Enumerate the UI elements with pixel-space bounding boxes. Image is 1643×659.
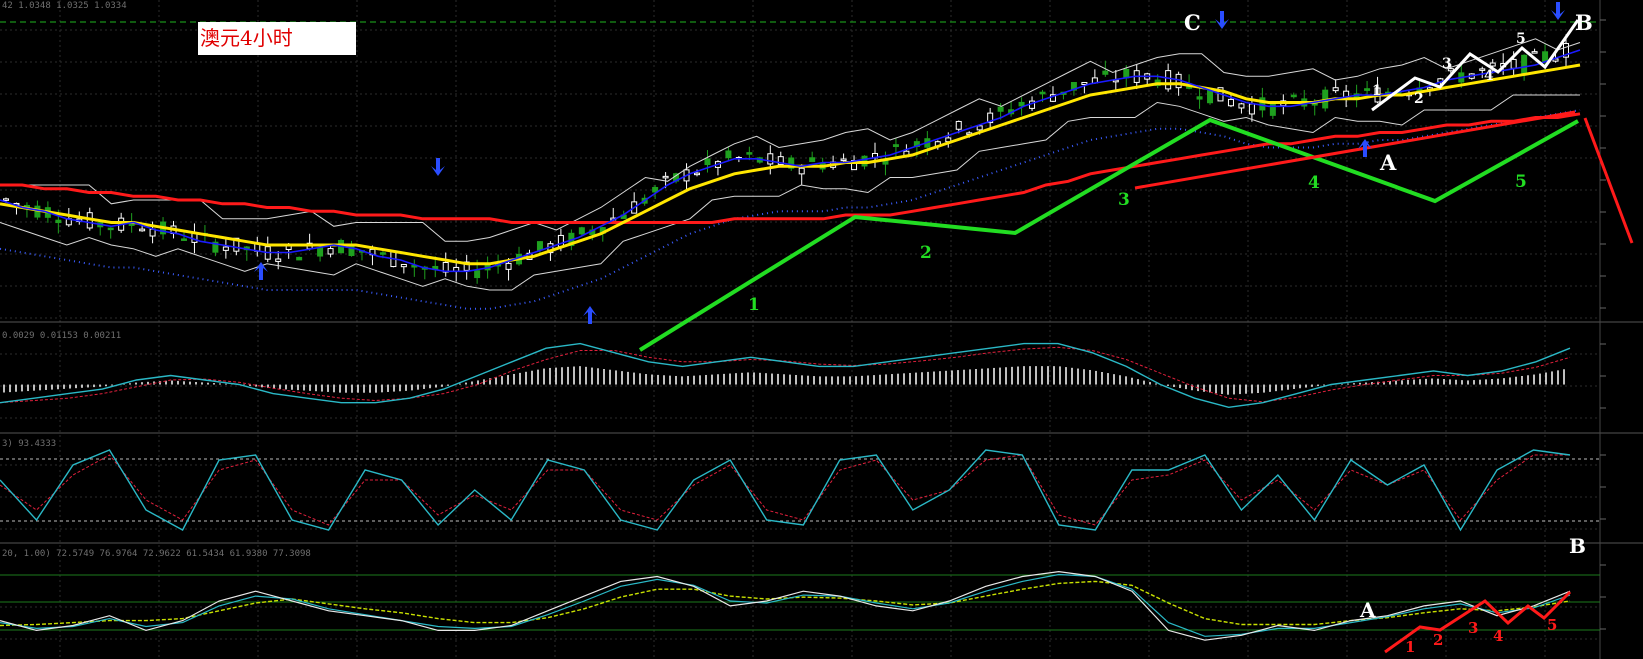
candle-body <box>1018 101 1025 107</box>
candle-body <box>1510 58 1517 69</box>
candle-body <box>180 238 187 241</box>
candle-body <box>327 248 334 255</box>
candle-body <box>1123 68 1130 79</box>
candle-body <box>725 150 732 159</box>
candle-body <box>798 167 805 175</box>
forex-chart: 1234 51 2345CABAB1 23 45 <box>0 0 1643 659</box>
rsi-panel-header: 20, 1.00) 72.5749 76.9764 72.9622 61.543… <box>2 549 311 559</box>
candle-body <box>746 152 753 155</box>
candle-body <box>348 244 355 256</box>
candle-body <box>1196 96 1203 100</box>
candle-body <box>955 120 962 130</box>
candle-body <box>662 175 669 179</box>
candle-body <box>976 125 983 131</box>
candle-body <box>139 228 146 232</box>
candle-body <box>1227 98 1234 107</box>
candle-body <box>892 144 899 148</box>
subwave-label-2: 2 <box>1414 91 1424 107</box>
candle-body <box>107 227 114 231</box>
candle-body <box>1039 91 1046 95</box>
candle-body <box>379 252 386 255</box>
candle-body <box>1207 90 1214 104</box>
wave-label-A: A <box>1379 150 1397 175</box>
rsi-label-1: 1 <box>1405 638 1415 656</box>
candle-body <box>55 219 62 224</box>
chart-background <box>0 0 1643 659</box>
candle-body <box>557 234 564 248</box>
candle-body <box>1531 51 1538 54</box>
rsi-label-3: 3 <box>1468 619 1478 637</box>
wave-label-2: 2 <box>920 243 932 263</box>
candle-body <box>317 247 324 257</box>
rsi-label-A: A <box>1359 598 1376 622</box>
candle-body <box>1259 97 1266 111</box>
candle-body <box>400 263 407 268</box>
candle-body <box>1102 70 1109 75</box>
candle-body <box>882 160 889 165</box>
candle-body <box>1332 87 1339 92</box>
chart-title: 澳元4小时 <box>198 22 356 55</box>
candle-body <box>1165 70 1172 90</box>
subwave-label-3: 3 <box>1442 56 1452 72</box>
wave-label-4: 4 <box>1308 173 1320 193</box>
candle-body <box>578 227 585 235</box>
candle-body <box>840 158 847 162</box>
candle-body <box>997 106 1004 112</box>
candle-body <box>222 246 229 251</box>
candle-body <box>474 270 481 279</box>
wave-label-3: 3 <box>1118 190 1130 210</box>
wave-label-5: 5 <box>1515 172 1527 192</box>
subwave-label-5: 5 <box>1516 31 1526 47</box>
wave-label-1: 1 <box>748 295 760 315</box>
stochastic-panel-header: 3) 93.4333 <box>2 439 57 449</box>
candle-body <box>1081 82 1088 86</box>
candle-body <box>536 241 543 251</box>
candle-body <box>767 153 774 165</box>
candle-body <box>1248 103 1255 115</box>
wave-label-C: C <box>1184 10 1201 35</box>
candle-body <box>1364 88 1371 91</box>
subwave-label-4: 4 <box>1484 68 1494 84</box>
rsi-label-4: 4 <box>1493 627 1503 645</box>
candle-body <box>275 258 282 262</box>
candle-body <box>809 157 816 163</box>
wave-label-B: B <box>1575 10 1593 35</box>
candle-body <box>1269 101 1276 116</box>
rsi-label-B: B <box>1569 534 1586 558</box>
candle-body <box>1489 62 1496 67</box>
price-panel-header: 42 1.0348 1.0325 1.0334 <box>2 1 127 11</box>
candle-body <box>694 172 701 176</box>
candle-body <box>296 256 303 261</box>
rsi-label-2: 2 <box>1433 631 1443 649</box>
macd-panel-header: 0.0029 0.01153 0.00211 <box>2 331 122 341</box>
candle-body <box>3 198 9 201</box>
candle-body <box>1290 94 1297 98</box>
candle-body <box>1521 54 1528 75</box>
rsi-label-5: 5 <box>1547 616 1557 634</box>
subwave-label-1: 1 <box>1372 83 1382 99</box>
candle-body <box>505 262 512 270</box>
candle-body <box>1542 51 1549 62</box>
candle-body <box>704 158 711 166</box>
candle-body <box>1238 103 1245 109</box>
